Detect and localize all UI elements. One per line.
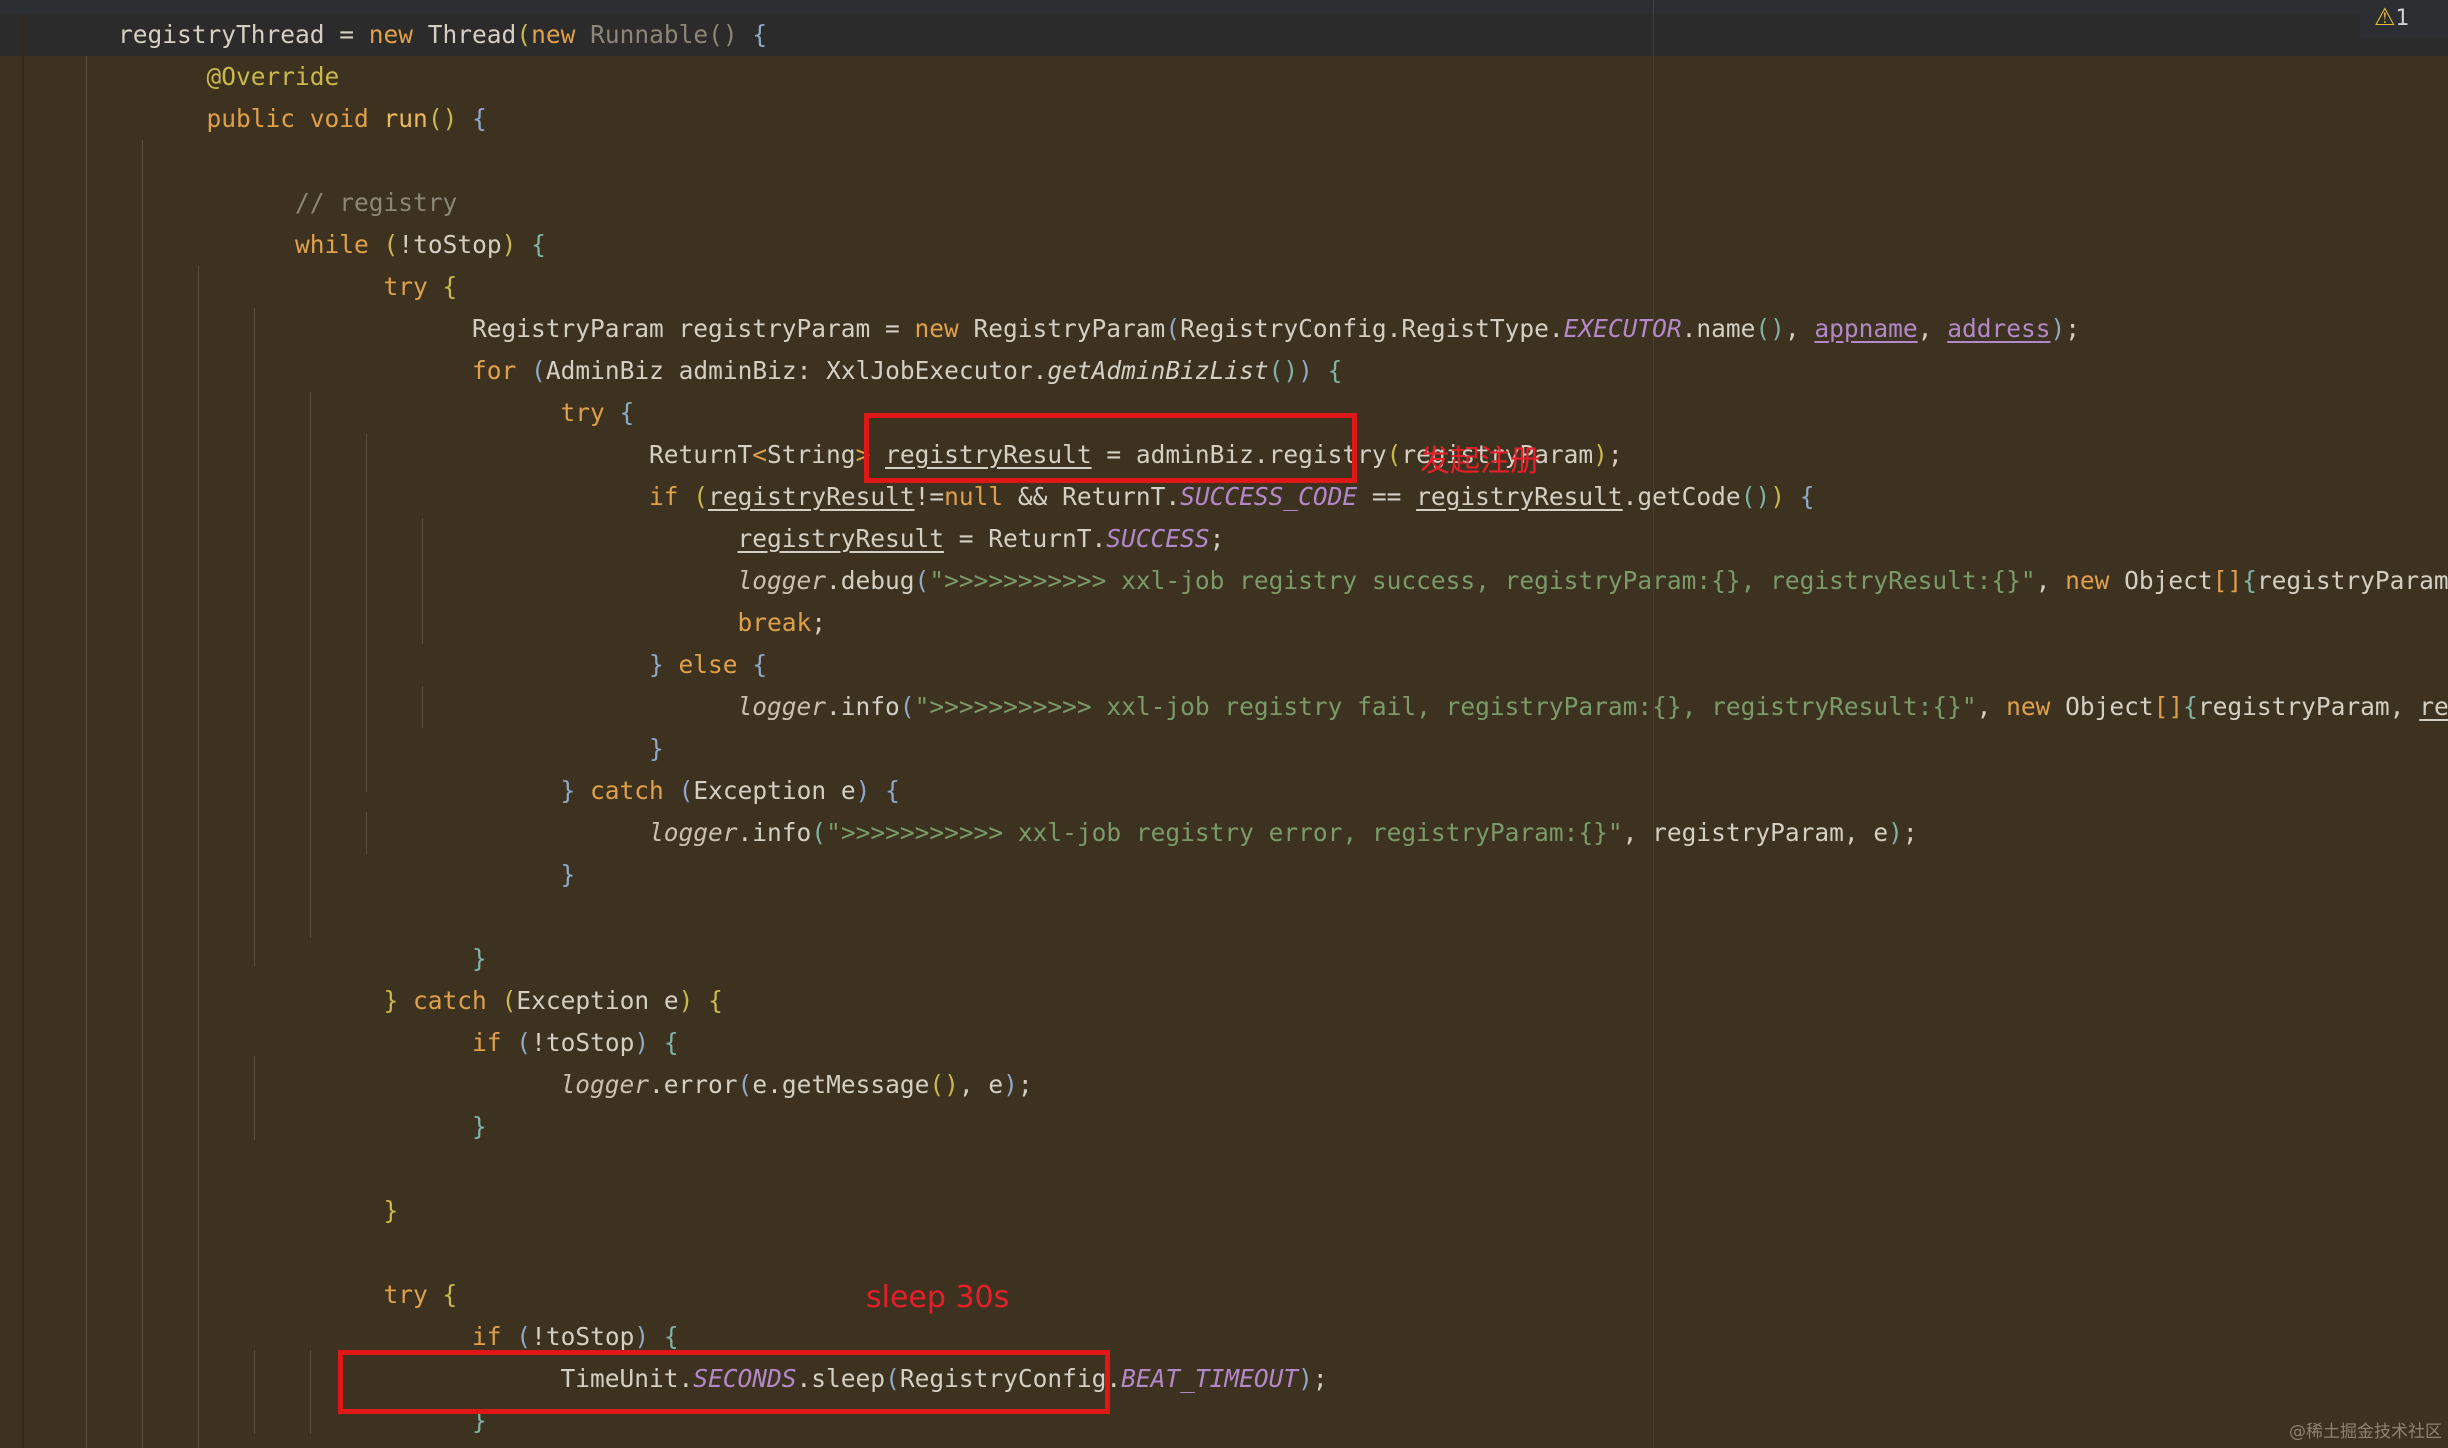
code-line: public void run() { [206,104,487,133]
code-line: } catch (Exception e) { [383,986,723,1015]
editor-top-bar [0,0,2448,14]
code-line: if (!toStop) { [472,1028,679,1057]
code-editor[interactable]: registryThread = new Thread(new Runnable… [0,0,2448,1448]
warning-icon: ⚠ [2374,3,2396,31]
code-line: } [560,860,576,889]
code-line: try { [560,398,635,427]
code-line: } [383,1196,399,1225]
code-line: ReturnT<String> registryResult = adminBi… [649,440,1623,469]
code-line: logger.debug(">>>>>>>>>>> xxl-job regist… [737,566,2448,595]
code-line: break; [737,608,827,637]
code-line: for (AdminBiz adminBiz: XxlJobExecutor.g… [472,356,1343,385]
code-line: } catch (Exception e) { [560,776,900,805]
code-line: // registry [295,188,458,217]
code-line: registryThread = new Thread(new Runnable… [118,20,768,49]
code-line: try { [383,272,458,301]
code-line: while (!toStop) { [295,230,546,259]
code-line: } [649,734,664,763]
inspection-widget[interactable]: ⚠1 [2360,0,2448,38]
code-line: registryResult = ReturnT.SUCCESS; [737,524,1225,553]
code-line: } else { [649,650,768,679]
register-annotation-label: 发起注册 [1420,444,1540,479]
code-line: } [472,944,487,973]
register-call-highlight-box [864,413,1357,483]
code-line: logger.error(e.getMessage(), e); [560,1070,1033,1099]
code-line: RegistryParam registryParam = new Regist… [472,314,2080,343]
watermark: @稀土掘金技术社区 [2289,1422,2442,1442]
code-line: logger.info(">>>>>>>>>>> xxl-job registr… [649,818,1918,847]
code-line: @Override [206,62,340,91]
code-line: } [472,1112,487,1141]
code-line: logger.info(">>>>>>>>>>> xxl-job registr… [737,692,2448,721]
sleep-call-highlight-box [338,1350,1110,1414]
sleep-annotation-label: sleep 30s [866,1280,1010,1315]
warning-count: 1 [2395,6,2410,31]
code-line: try { [383,1280,458,1309]
